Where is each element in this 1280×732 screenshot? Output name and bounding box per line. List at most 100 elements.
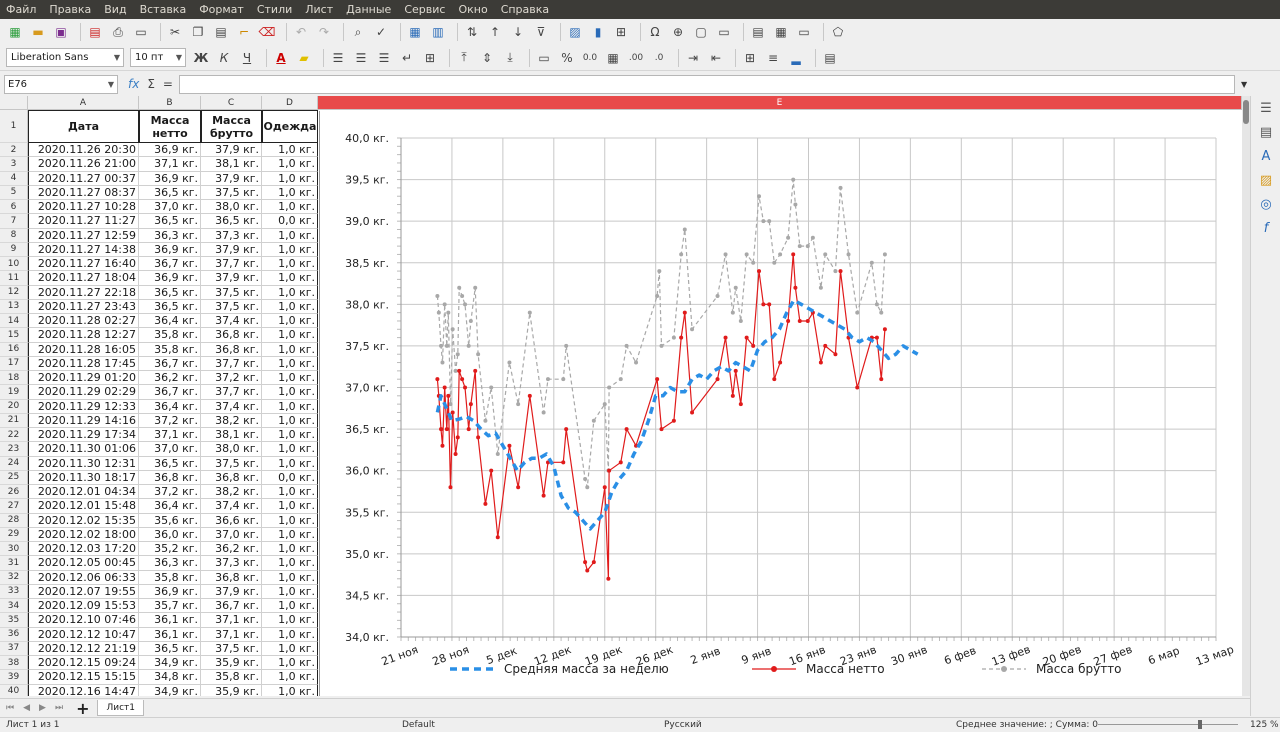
table-cell[interactable]: 1,0 кг. <box>262 399 318 414</box>
table-cell[interactable]: 36,9 кг. <box>139 242 201 257</box>
table-cell[interactable]: 38,2 кг. <box>201 413 262 428</box>
table-cell[interactable]: 37,5 кг. <box>201 641 262 656</box>
table-cell[interactable]: 37,1 кг. <box>139 428 201 443</box>
chart[interactable]: 34,0 кг. 34,5 кг. 35,0 кг. 35,5 кг. 36,0 кг.… <box>319 111 1240 696</box>
table-cell[interactable]: 1,0 кг. <box>262 556 318 571</box>
table-cell[interactable]: 2020.12.01 04:34 <box>28 485 139 500</box>
table-cell[interactable]: 37,0 кг. <box>139 442 201 457</box>
sort-icon[interactable]: ⇅ <box>463 23 481 41</box>
table-cell[interactable]: 1,0 кг. <box>262 684 318 696</box>
table-cell[interactable]: 37,7 кг. <box>201 356 262 371</box>
table-cell[interactable]: 38,1 кг. <box>201 157 262 172</box>
table-cell[interactable]: 36,2 кг. <box>201 542 262 557</box>
table-cell[interactable]: 1,0 кг. <box>262 584 318 599</box>
table-cell[interactable]: 2020.11.29 17:34 <box>28 428 139 443</box>
table-cell[interactable]: 36,9 кг. <box>139 143 201 158</box>
table-cell[interactable]: 38,0 кг. <box>201 200 262 215</box>
table-cell[interactable]: 36,1 кг. <box>139 613 201 628</box>
table-cell[interactable]: 37,0 кг. <box>201 527 262 542</box>
table-cell[interactable]: 35,9 кг. <box>201 656 262 671</box>
row-header[interactable]: 23 <box>0 442 28 457</box>
table-cell[interactable]: 36,5 кг. <box>139 641 201 656</box>
row-header[interactable]: 36 <box>0 627 28 642</box>
insert-image-icon[interactable]: ▨ <box>566 23 584 41</box>
sort-ascending-icon[interactable]: ↑ <box>486 23 504 41</box>
row-header[interactable]: 12 <box>0 285 28 300</box>
table-cell[interactable]: 1,0 кг. <box>262 641 318 656</box>
row-header[interactable]: 2 <box>0 143 28 158</box>
table-cell[interactable]: 35,7 кг. <box>139 599 201 614</box>
table-cell[interactable]: 2020.11.27 14:38 <box>28 242 139 257</box>
table-cell[interactable]: 2020.12.12 10:47 <box>28 627 139 642</box>
row-header[interactable]: 35 <box>0 613 28 628</box>
table-cell[interactable]: 37,9 кг. <box>201 242 262 257</box>
table-cell[interactable]: 36,8 кг. <box>201 570 262 585</box>
table-cell[interactable]: 37,4 кг. <box>201 314 262 329</box>
table-cell[interactable]: 37,9 кг. <box>201 171 262 186</box>
formula-icon[interactable]: = <box>163 77 173 91</box>
function-wizard-icon[interactable]: fx <box>128 77 139 91</box>
align-right-icon[interactable]: ☰ <box>375 49 393 67</box>
table-cell[interactable]: 1,0 кг. <box>262 242 318 257</box>
row-header[interactable]: 34 <box>0 599 28 614</box>
menu-item[interactable]: Окно <box>458 3 487 16</box>
menu-item[interactable]: Вид <box>104 3 126 16</box>
copy-icon[interactable]: ❐ <box>189 23 207 41</box>
table-cell[interactable]: 36,7 кг. <box>139 385 201 400</box>
table-cell[interactable]: 36,8 кг. <box>201 470 262 485</box>
row-header[interactable]: 5 <box>0 185 28 200</box>
table-cell[interactable]: 2020.11.29 02:29 <box>28 385 139 400</box>
table-cell[interactable]: 35,8 кг. <box>139 570 201 585</box>
page-style[interactable]: Default <box>402 720 435 730</box>
row-header[interactable]: 32 <box>0 570 28 585</box>
table-cell[interactable]: 1,0 кг. <box>262 670 318 685</box>
table-cell[interactable]: 35,2 кг. <box>139 542 201 557</box>
wrap-text-icon[interactable]: ↵ <box>398 49 416 67</box>
table-cell[interactable]: 2020.11.28 16:05 <box>28 342 139 357</box>
table-cell[interactable]: 1,0 кг. <box>262 228 318 243</box>
table-cell[interactable]: 2020.12.02 18:00 <box>28 527 139 542</box>
table-cell[interactable]: 2020.12.15 15:15 <box>28 670 139 685</box>
menu-item[interactable]: Вставка <box>140 3 187 16</box>
border-color-icon[interactable]: ▂ <box>787 49 805 67</box>
table-cell[interactable]: 1,0 кг. <box>262 513 318 528</box>
table-cell[interactable]: 0,0 кг. <box>262 214 318 229</box>
column-header-a[interactable]: A <box>28 96 139 110</box>
table-cell[interactable]: 36,5 кг. <box>139 285 201 300</box>
styles-icon[interactable]: A <box>1251 144 1280 168</box>
table-cell[interactable]: 37,5 кг. <box>201 456 262 471</box>
table-cell[interactable]: 37,9 кг. <box>201 271 262 286</box>
table-cell[interactable]: 1,0 кг. <box>262 485 318 500</box>
menu-icon[interactable]: ☰ <box>1251 96 1280 120</box>
table-cell[interactable]: 2020.11.29 01:20 <box>28 371 139 386</box>
paste-icon[interactable]: ▤ <box>212 23 230 41</box>
font-name-combo[interactable]: Liberation Sans ▼ <box>6 48 124 67</box>
table-cell[interactable]: 37,9 кг. <box>201 143 262 158</box>
row-header[interactable]: 17 <box>0 356 28 371</box>
row-header[interactable]: 24 <box>0 456 28 471</box>
table-cell[interactable]: 36,8 кг. <box>201 328 262 343</box>
table-cell[interactable]: 36,6 кг. <box>201 513 262 528</box>
next-sheet-icon[interactable]: ▶ <box>39 703 46 713</box>
align-center-icon[interactable]: ☰ <box>352 49 370 67</box>
zoom-slider[interactable] <box>1098 720 1238 729</box>
row-header[interactable]: 38 <box>0 656 28 671</box>
scrollbar-thumb[interactable] <box>1243 100 1249 124</box>
redo-icon[interactable]: ↷ <box>315 23 333 41</box>
merge-cells-icon[interactable]: ⊞ <box>421 49 439 67</box>
font-size-combo[interactable]: 10 пт ▼ <box>130 48 186 67</box>
table-cell[interactable]: 36,9 кг. <box>139 584 201 599</box>
row-header[interactable]: 16 <box>0 342 28 357</box>
table-cell[interactable]: 1,0 кг. <box>262 542 318 557</box>
net-mass-header[interactable]: Масса нетто <box>139 110 201 143</box>
italic-button[interactable]: К <box>215 49 233 67</box>
row-header[interactable]: 27 <box>0 499 28 514</box>
table-cell[interactable]: 36,2 кг. <box>139 371 201 386</box>
table-cell[interactable]: 1,0 кг. <box>262 171 318 186</box>
table-cell[interactable]: 2020.12.02 15:35 <box>28 513 139 528</box>
font-color-icon[interactable]: A <box>272 49 290 67</box>
table-cell[interactable]: 38,0 кг. <box>201 442 262 457</box>
table-cell[interactable]: 1,0 кг. <box>262 157 318 172</box>
new-document-icon[interactable]: ▦ <box>6 23 24 41</box>
table-cell[interactable]: 0,0 кг. <box>262 470 318 485</box>
